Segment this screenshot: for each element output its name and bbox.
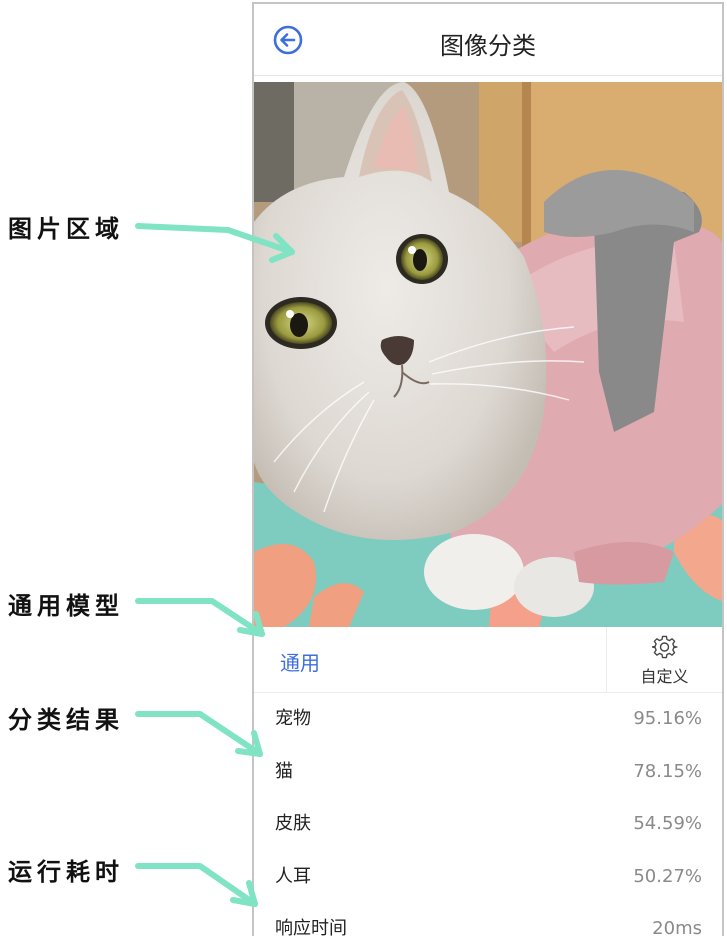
result-row: 皮肤 54.59% bbox=[254, 798, 722, 851]
page-title: 图像分类 bbox=[440, 32, 536, 60]
arrow-run-time bbox=[135, 863, 258, 907]
annotation-general-model: 通用模型 bbox=[8, 592, 124, 620]
timing-value: 20ms bbox=[652, 918, 702, 936]
custom-label: 自定义 bbox=[640, 667, 689, 686]
gear-icon bbox=[652, 635, 678, 659]
result-row: 宠物 95.16% bbox=[254, 693, 722, 746]
cat-photo bbox=[254, 82, 722, 627]
result-row: 猫 78.15% bbox=[254, 746, 722, 799]
annotation-image-area: 图片区域 bbox=[8, 215, 124, 243]
image-area bbox=[254, 82, 722, 627]
result-row: 人耳 50.27% bbox=[254, 851, 722, 904]
annotation-run-time: 运行耗时 bbox=[8, 858, 124, 886]
model-bar: 通用 自定义 bbox=[254, 627, 722, 693]
arrow-general-model bbox=[135, 598, 265, 637]
arrow-classification-results bbox=[135, 711, 263, 757]
model-tab-general[interactable]: 通用 bbox=[280, 647, 320, 676]
annotation-classification-results: 分类结果 bbox=[8, 706, 124, 734]
classification-results: 宠物 95.16% 猫 78.15% 皮肤 54.59% 人耳 50.27% 响… bbox=[254, 693, 722, 936]
result-score: 78.15% bbox=[633, 760, 702, 782]
result-label: 人耳 bbox=[275, 865, 311, 887]
phone-screen: 图像分类 通用 自定义 宠物 95.16% 猫 78.15% 皮肤 54.59%… bbox=[252, 2, 724, 936]
result-score: 50.27% bbox=[633, 865, 702, 887]
top-bar: 图像分类 bbox=[254, 4, 722, 76]
result-label: 皮肤 bbox=[275, 813, 311, 834]
custom-model-button[interactable]: 自定义 bbox=[606, 627, 722, 692]
timing-label: 响应时间 bbox=[275, 918, 347, 936]
result-score: 95.16% bbox=[633, 708, 702, 729]
result-score: 54.59% bbox=[633, 813, 702, 834]
timing-row: 响应时间 20ms bbox=[254, 903, 722, 936]
result-label: 宠物 bbox=[275, 708, 311, 729]
result-label: 猫 bbox=[275, 760, 293, 782]
